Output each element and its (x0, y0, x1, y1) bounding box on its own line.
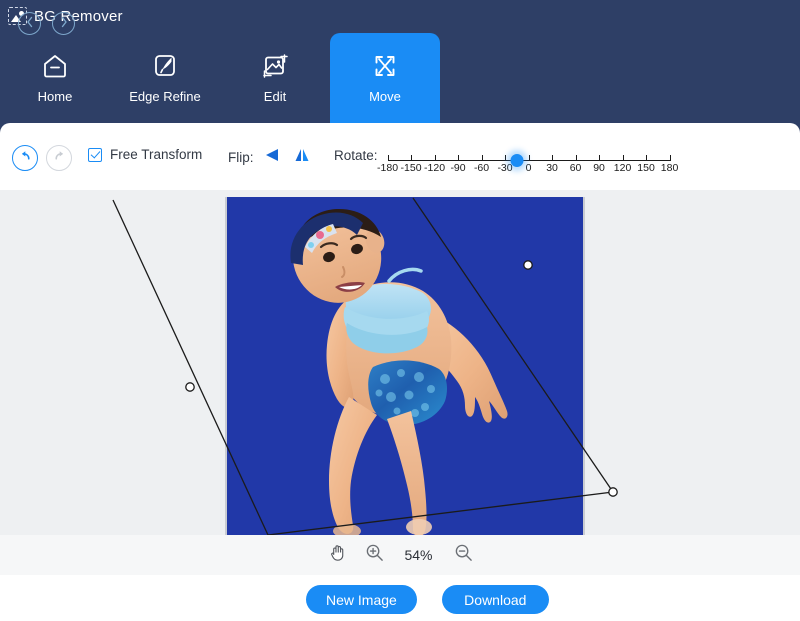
new-image-button[interactable]: New Image (306, 585, 417, 614)
hand-tool-button[interactable] (328, 543, 347, 567)
rotate-group: Rotate: -180 -150 -120 -90 -60 -30 0 30 60 90 120 1… (334, 140, 678, 176)
tab-move[interactable]: Move (330, 33, 440, 123)
flip-vertical-button[interactable] (292, 147, 312, 168)
rotate-tick (599, 155, 601, 161)
home-icon (41, 53, 69, 79)
image-edit-icon (261, 53, 289, 79)
free-transform-checkbox[interactable] (88, 147, 102, 162)
rotate-label: Rotate: (334, 148, 378, 163)
tab-home-label: Home (37, 89, 73, 104)
redo-arrow-icon (52, 148, 67, 168)
rotate-tick-label: 90 (593, 162, 605, 174)
rotate-tick (387, 155, 389, 161)
rotate-tick (528, 155, 530, 161)
tab-edit[interactable]: Edit (220, 33, 330, 123)
undo-arrow-icon (18, 148, 33, 168)
rotate-tick-label: 180 (660, 162, 679, 174)
zoom-in-button[interactable] (365, 543, 384, 567)
rotate-tick (505, 155, 507, 161)
download-button[interactable]: Download (441, 585, 549, 614)
brush-edit-icon (151, 53, 179, 79)
chevron-right-icon (59, 15, 69, 33)
flip-label: Flip: (228, 150, 254, 165)
app-header: BG Remover Home Edge Refine Edit Move (0, 0, 800, 133)
tab-home[interactable]: Home (0, 33, 110, 123)
bg-remover-app: BG Remover Home Edge Refine Edit Move Fr… (0, 0, 800, 621)
rotate-tick (646, 155, 648, 161)
rotate-tick (458, 155, 460, 161)
free-transform-label: Free Transform (110, 147, 203, 162)
previous-image-button[interactable] (18, 12, 41, 35)
chevron-left-icon (25, 15, 35, 33)
flip-group: Flip: (228, 147, 312, 168)
redo-button[interactable] (46, 145, 72, 171)
hand-tool-icon (328, 543, 347, 567)
next-image-button[interactable] (52, 12, 75, 35)
rotate-slider-handle[interactable] (510, 154, 524, 167)
rotate-tick-label: -90 (450, 162, 466, 174)
tab-edge-refine[interactable]: Edge Refine (110, 33, 220, 123)
zoom-toolbar: 54% (0, 535, 800, 575)
flip-vertical-icon (292, 147, 312, 168)
flip-horizontal-icon (263, 147, 283, 168)
rotate-tick (411, 155, 413, 161)
rotate-tick-label: -60 (473, 162, 490, 174)
rotate-tick-label: 150 (637, 162, 655, 174)
rotate-tick (552, 155, 554, 161)
tab-edge-refine-label: Edge Refine (129, 89, 201, 104)
tab-move-label: Move (369, 89, 401, 104)
rotate-slider[interactable]: -180 -150 -120 -90 -60 -30 0 30 60 90 120 150 180 (377, 140, 678, 176)
zoom-out-icon (454, 543, 473, 567)
rotate-tick-label: 60 (569, 162, 582, 174)
rotate-tick-label: 0 (525, 162, 532, 174)
rotate-tick (481, 155, 483, 161)
rotate-tick-label: 120 (613, 162, 632, 174)
history-buttons (12, 145, 72, 171)
image-navigation (18, 12, 75, 35)
footer-actions: New Image Download (306, 585, 549, 614)
main-tabs: Home Edge Refine Edit Move (0, 33, 440, 123)
rotate-tick (575, 155, 577, 161)
move-arrows-icon (371, 53, 399, 79)
free-transform-toggle[interactable]: Free Transform (88, 147, 202, 162)
zoom-level-value: 54% (404, 547, 433, 563)
zoom-out-button[interactable] (454, 543, 473, 567)
tab-edit-label: Edit (263, 89, 287, 104)
subject-cutout (290, 209, 508, 535)
rotate-tick-label: 30 (546, 162, 558, 174)
undo-button[interactable] (12, 145, 38, 171)
photo-image[interactable] (225, 197, 585, 535)
rotate-tick-label: -150 (400, 162, 422, 174)
flip-horizontal-button[interactable] (263, 147, 283, 168)
rotate-tick-label: -120 (424, 162, 446, 174)
image-canvas[interactable] (0, 190, 800, 535)
rotate-tick (622, 155, 624, 161)
rotate-tick (434, 155, 436, 161)
rotate-tick-label: -180 (377, 162, 399, 174)
zoom-in-icon (365, 543, 384, 567)
rotate-tick (669, 155, 671, 161)
